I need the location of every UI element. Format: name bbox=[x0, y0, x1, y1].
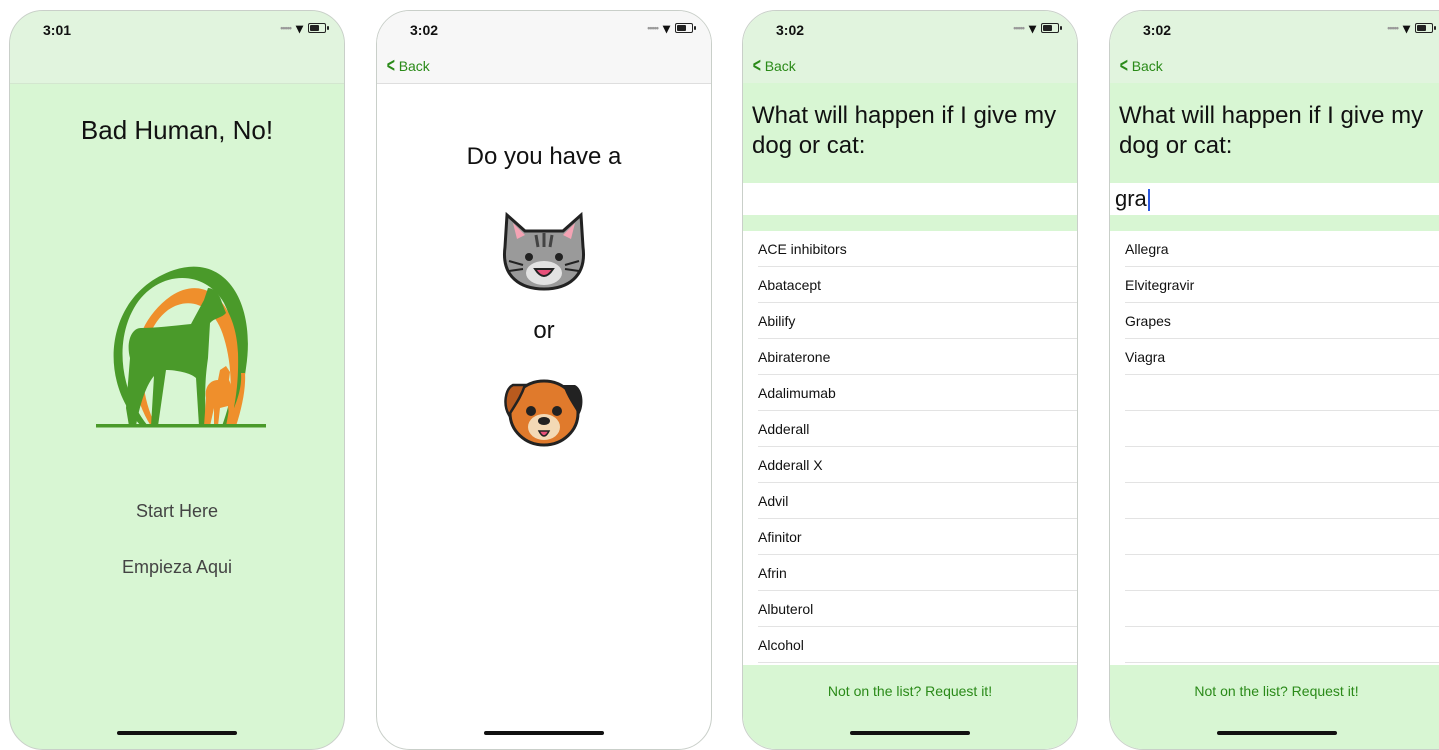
drug-list-item[interactable]: Adderall bbox=[758, 411, 1077, 447]
pet-question: Do you have a bbox=[466, 143, 622, 170]
question-text: What will happen if I give my dog or cat… bbox=[752, 102, 1057, 159]
empty-list-row bbox=[1125, 447, 1439, 483]
wifi-icon: ▾ bbox=[1402, 20, 1410, 36]
status-bar: 3:01 ••••• ▾ bbox=[10, 11, 344, 49]
status-bar: 3:02 ••••• ▾ bbox=[1110, 11, 1439, 49]
drug-list-item[interactable]: Adderall X bbox=[758, 447, 1077, 483]
empty-list-row bbox=[1125, 375, 1439, 411]
search-input-value: gra bbox=[1115, 186, 1147, 211]
back-label: Back bbox=[398, 58, 430, 74]
drug-list-item[interactable]: Adalimumab bbox=[758, 375, 1077, 411]
request-drug-link[interactable]: Not on the list? Request it! bbox=[1110, 665, 1439, 749]
chevron-left-icon: < bbox=[752, 55, 761, 77]
request-drug-link[interactable]: Not on the list? Request it! bbox=[743, 665, 1077, 749]
status-icons: ••••• ▾ bbox=[1013, 20, 1062, 36]
empieza-aqui-button[interactable]: Empieza Aqui bbox=[10, 557, 344, 578]
app-title: Bad Human, No! bbox=[80, 115, 274, 145]
home-indicator bbox=[117, 731, 237, 735]
drug-list-item[interactable]: Grapes bbox=[1125, 303, 1439, 339]
empty-list-row bbox=[1125, 411, 1439, 447]
status-icons: ••••• ▾ bbox=[647, 20, 696, 36]
empty-list-row bbox=[1125, 627, 1439, 663]
search-input[interactable]: gra bbox=[1110, 183, 1439, 215]
status-time: 3:02 bbox=[776, 22, 805, 38]
signal-icon: ••••• bbox=[280, 23, 292, 33]
drug-list-item[interactable]: Viagra bbox=[1125, 339, 1439, 375]
question-area: What will happen if I give my dog or cat… bbox=[1110, 83, 1439, 231]
status-bar: 3:02 ••••• ▾ bbox=[743, 11, 1077, 49]
empty-list-row bbox=[1125, 519, 1439, 555]
wifi-icon: ▾ bbox=[295, 20, 303, 36]
chevron-left-icon: < bbox=[1119, 55, 1128, 77]
status-time: 3:02 bbox=[410, 22, 439, 38]
empty-list-row bbox=[1125, 591, 1439, 627]
chevron-left-icon: < bbox=[386, 55, 395, 77]
drug-list-item[interactable]: Allegra bbox=[1125, 231, 1439, 267]
battery-icon bbox=[1041, 23, 1062, 33]
signal-icon: ••••• bbox=[1013, 23, 1025, 33]
screen-home: 3:01 ••••• ▾ Bad Human, No! Start Here E… bbox=[9, 10, 345, 750]
back-label: Back bbox=[764, 58, 796, 74]
wifi-icon: ▾ bbox=[662, 20, 670, 36]
battery-icon bbox=[1415, 23, 1436, 33]
home-indicator bbox=[484, 731, 604, 735]
drug-list-item[interactable]: Advil bbox=[758, 483, 1077, 519]
drug-list: Allegra Elvitegravir Grapes Viagra bbox=[1110, 231, 1439, 663]
nav-bar: < Back bbox=[1110, 49, 1439, 84]
home-indicator bbox=[850, 731, 970, 735]
nav-bar: < Back bbox=[377, 49, 711, 84]
nav-bar bbox=[10, 49, 344, 84]
drug-list-item[interactable]: Elvitegravir bbox=[1125, 267, 1439, 303]
text-cursor bbox=[1147, 189, 1150, 212]
screen-drug-list: 3:02 ••••• ▾ < Back What will happen if … bbox=[742, 10, 1078, 750]
battery-icon bbox=[675, 23, 696, 33]
drug-list-item[interactable]: Abiraterone bbox=[758, 339, 1077, 375]
drug-list-item[interactable]: Afrin bbox=[758, 555, 1077, 591]
screen-drug-search: 3:02 ••••• ▾ < Back What will happen if … bbox=[1109, 10, 1439, 750]
dog-cat-logo bbox=[96, 266, 266, 428]
back-button[interactable]: < Back bbox=[1118, 55, 1163, 77]
question-text: What will happen if I give my dog or cat… bbox=[1119, 102, 1424, 159]
battery-icon bbox=[308, 23, 329, 33]
signal-icon: ••••• bbox=[647, 23, 659, 33]
cat-button[interactable] bbox=[501, 207, 587, 293]
status-icons: ••••• ▾ bbox=[1387, 20, 1436, 36]
or-label: or bbox=[533, 317, 555, 344]
status-icons: ••••• ▾ bbox=[280, 20, 329, 36]
question-area: What will happen if I give my dog or cat… bbox=[743, 83, 1077, 231]
drug-list-item[interactable]: Abilify bbox=[758, 303, 1077, 339]
back-button[interactable]: < Back bbox=[751, 55, 796, 77]
drug-list-item[interactable]: ACE inhibitors bbox=[758, 231, 1077, 267]
screen-pet-choice: 3:02 ••••• ▾ < Back Do you have a or bbox=[376, 10, 712, 750]
dog-button[interactable] bbox=[503, 371, 585, 449]
status-time: 3:02 bbox=[1143, 22, 1172, 38]
drug-list-item[interactable]: Alcohol bbox=[758, 627, 1077, 663]
home-indicator bbox=[1216, 731, 1337, 735]
drug-list-item[interactable]: Afinitor bbox=[758, 519, 1077, 555]
search-input[interactable] bbox=[743, 183, 1077, 215]
drug-list-item[interactable]: Albuterol bbox=[758, 591, 1077, 627]
wifi-icon: ▾ bbox=[1028, 20, 1036, 36]
back-label: Back bbox=[1131, 58, 1163, 74]
start-here-button[interactable]: Start Here bbox=[10, 501, 344, 522]
nav-bar: < Back bbox=[743, 49, 1077, 84]
drug-list: ACE inhibitors Abatacept Abilify Abirateron… bbox=[743, 231, 1077, 663]
empty-list-row bbox=[1125, 483, 1439, 519]
status-time: 3:01 bbox=[43, 22, 72, 38]
status-bar: 3:02 ••••• ▾ bbox=[377, 11, 711, 49]
signal-icon: ••••• bbox=[1387, 23, 1399, 33]
drug-list-item[interactable]: Abatacept bbox=[758, 267, 1077, 303]
empty-list-row bbox=[1125, 555, 1439, 591]
back-button[interactable]: < Back bbox=[385, 55, 430, 77]
